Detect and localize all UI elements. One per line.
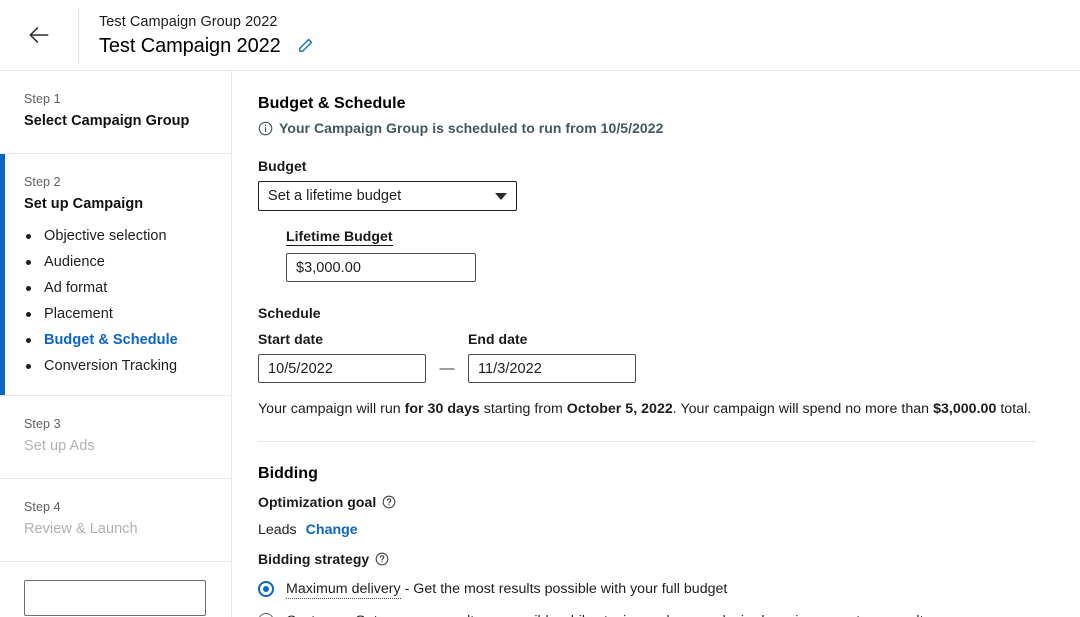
- budget-label: Budget: [258, 157, 1058, 175]
- summary-text: . Your campaign will spend no more than: [673, 401, 933, 417]
- edit-name-button[interactable]: [295, 35, 316, 56]
- summary-emphasis: $3,000.00: [933, 401, 996, 417]
- date-range-separator: —: [426, 360, 468, 383]
- content-gutter: [232, 71, 254, 617]
- radio-option-description: - Get as many results as possible while …: [342, 613, 923, 617]
- start-date-group: Start date: [258, 330, 426, 383]
- optimization-goal-label: Optimization goal: [258, 493, 376, 511]
- radio-label: Cost cap - Get as many results as possib…: [286, 612, 924, 617]
- question-circle-icon[interactable]: [382, 495, 396, 509]
- bidding-strategy-label: Bidding strategy: [258, 550, 369, 568]
- bidding-strategy-label-row: Bidding strategy: [258, 550, 1058, 568]
- radio-label: Maximum delivery - Get the most results …: [286, 580, 727, 598]
- step-label: Step 4: [24, 499, 215, 515]
- schedule-info-banner: Your Campaign Group is scheduled to run …: [258, 119, 1058, 138]
- step-name: Set up Campaign: [24, 195, 215, 214]
- sidebar-item-conversion-tracking[interactable]: Conversion Tracking: [26, 358, 215, 375]
- budget-type-select-wrap: Set a lifetime budget: [258, 181, 517, 211]
- sidebar-step-1[interactable]: Step 1 Select Campaign Group: [0, 71, 231, 154]
- radio-option-name[interactable]: Maximum delivery: [286, 581, 401, 599]
- page-title: Test Campaign 2022: [99, 33, 281, 59]
- app-header: Test Campaign Group 2022 Test Campaign 2…: [0, 0, 1080, 71]
- sidebar-action-button[interactable]: [24, 580, 206, 616]
- budget-type-select[interactable]: Set a lifetime budget: [258, 181, 517, 211]
- header-titles: Test Campaign Group 2022 Test Campaign 2…: [79, 12, 316, 59]
- sidebar-step-4[interactable]: Step 4 Review & Launch: [0, 479, 231, 562]
- section-divider: [258, 441, 1036, 442]
- start-date-label: Start date: [258, 330, 426, 348]
- optimization-goal-label-row: Optimization goal: [258, 493, 1058, 511]
- step-label: Step 3: [24, 416, 215, 432]
- arrow-left-icon: [26, 22, 52, 48]
- radio-indicator[interactable]: [258, 581, 274, 597]
- main-content: Budget & Schedule Your Campaign Group is…: [254, 71, 1080, 617]
- sidebar-item-placement[interactable]: Placement: [26, 306, 215, 323]
- pencil-icon: [297, 37, 314, 54]
- summary-text: total.: [996, 401, 1031, 417]
- info-circle-icon: [258, 121, 273, 136]
- summary-text: Your campaign will run: [258, 401, 405, 417]
- step-name: Select Campaign Group: [24, 112, 215, 131]
- sidebar-step-3[interactable]: Step 3 Set up Ads: [0, 396, 231, 479]
- summary-text: starting from: [480, 401, 567, 417]
- breadcrumb[interactable]: Test Campaign Group 2022: [99, 12, 316, 32]
- optimization-goal-value-row: Leads Change: [258, 521, 1058, 539]
- sidebar-step-2[interactable]: Step 2 Set up Campaign Objective selecti…: [0, 154, 231, 396]
- sidebar-item-objective-selection[interactable]: Objective selection: [26, 228, 215, 245]
- step-label: Step 2: [24, 174, 215, 190]
- body: Step 1 Select Campaign Group Step 2 Set …: [0, 71, 1080, 617]
- step-label: Step 1: [24, 91, 215, 107]
- sidebar-item-budget-schedule[interactable]: Budget & Schedule: [26, 332, 215, 349]
- radio-option-cost-cap[interactable]: Cost cap - Get as many results as possib…: [258, 612, 1058, 617]
- optimization-goal-value: Leads: [258, 521, 297, 539]
- radio-option-description: - Get the most results possible with you…: [401, 581, 728, 597]
- end-date-group: End date: [468, 330, 636, 383]
- end-date-label: End date: [468, 330, 636, 348]
- date-range-row: Start date — End date: [258, 330, 1058, 383]
- radio-indicator[interactable]: [258, 613, 274, 617]
- wizard-sidebar: Step 1 Select Campaign Group Step 2 Set …: [0, 71, 232, 617]
- bidding-title: Bidding: [258, 463, 1058, 484]
- question-circle-icon[interactable]: [375, 552, 389, 566]
- back-button[interactable]: [0, 0, 78, 71]
- summary-emphasis: for 30 days: [405, 401, 480, 417]
- schedule-summary: Your campaign will run for 30 days start…: [258, 400, 1058, 419]
- schedule-title: Schedule: [258, 304, 1058, 322]
- end-date-input[interactable]: [468, 354, 636, 383]
- sidebar-item-audience[interactable]: Audience: [26, 254, 215, 271]
- radio-option-maximum-delivery[interactable]: Maximum delivery - Get the most results …: [258, 580, 1058, 598]
- step-name: Review & Launch: [24, 520, 215, 539]
- schedule-info-text: Your Campaign Group is scheduled to run …: [279, 119, 663, 138]
- substep-list: Objective selection Audience Ad format P…: [24, 228, 215, 375]
- lifetime-budget-input[interactable]: [286, 253, 476, 282]
- lifetime-budget-group: Lifetime Budget: [286, 211, 1058, 282]
- summary-emphasis: October 5, 2022: [567, 401, 673, 417]
- step-name: Set up Ads: [24, 437, 215, 456]
- title-row: Test Campaign 2022: [99, 33, 316, 59]
- change-optimization-goal-link[interactable]: Change: [306, 521, 358, 539]
- radio-option-name[interactable]: Cost cap: [286, 613, 342, 617]
- section-title: Budget & Schedule: [258, 93, 1058, 114]
- sidebar-item-ad-format[interactable]: Ad format: [26, 280, 215, 297]
- start-date-input[interactable]: [258, 354, 426, 383]
- sidebar-footer: [0, 562, 231, 617]
- lifetime-budget-label[interactable]: Lifetime Budget: [286, 228, 393, 246]
